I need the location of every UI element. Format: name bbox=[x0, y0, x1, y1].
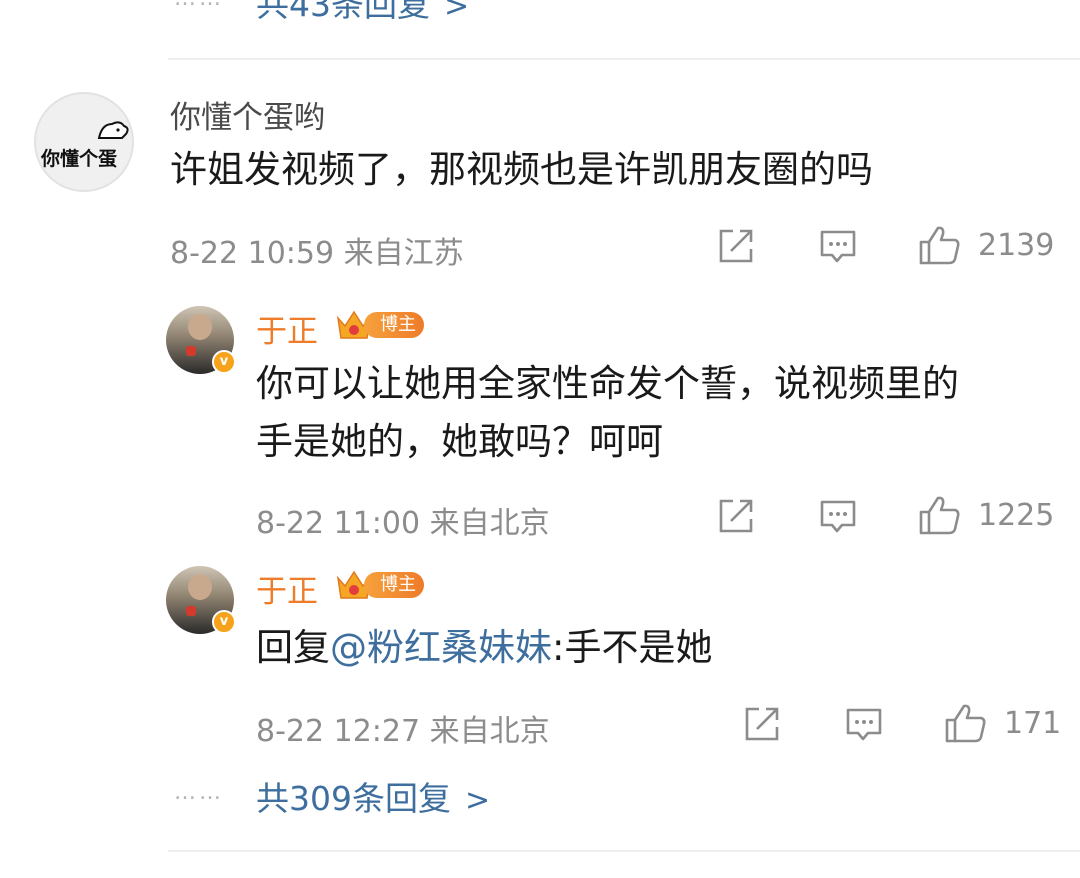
blogger-badge-label: 博主 bbox=[364, 572, 424, 598]
reply-username[interactable]: 于正 bbox=[256, 566, 318, 611]
reply-meta: 8-22 11:00 来自北京 bbox=[256, 506, 550, 541]
view-replies-label: 共43条回复 bbox=[256, 0, 430, 24]
like-icon[interactable] bbox=[944, 702, 988, 744]
divider bbox=[168, 58, 1080, 60]
chevron-right-icon: > bbox=[444, 0, 470, 24]
view-replies-label: 共309条回复 bbox=[256, 779, 451, 818]
blogger-badge-label: 博主 bbox=[364, 312, 424, 338]
avatar-detail bbox=[186, 346, 196, 356]
reply-text-line-2: 手是她的，她敢吗？呵呵 bbox=[256, 420, 663, 463]
reply-prefix: 回复 bbox=[256, 626, 330, 669]
comment-icon[interactable] bbox=[818, 228, 858, 266]
share-icon[interactable] bbox=[742, 704, 782, 744]
divider bbox=[168, 850, 1080, 852]
avatar-face bbox=[188, 574, 212, 600]
reply-text: 回复@粉红桑妹妹:手不是她 bbox=[256, 620, 712, 676]
reply-username[interactable]: 于正 bbox=[256, 306, 318, 351]
verified-badge: v bbox=[212, 610, 236, 634]
view-all-replies-link[interactable]: 共309条回复 > bbox=[256, 772, 490, 820]
comment-icon[interactable] bbox=[844, 706, 884, 744]
avatar-detail bbox=[186, 606, 196, 616]
reply-meta: 8-22 12:27 来自北京 bbox=[256, 714, 550, 749]
avatar[interactable]: 你懂个蛋 bbox=[34, 92, 134, 192]
like-icon[interactable] bbox=[918, 224, 962, 266]
comment-text: 许姐发视频了，那视频也是许凯朋友圈的吗 bbox=[170, 148, 873, 191]
comment-meta: 8-22 10:59 来自江苏 bbox=[170, 236, 464, 271]
comment-icon[interactable] bbox=[818, 498, 858, 536]
reply-suffix: :手不是她 bbox=[552, 626, 713, 669]
like-count: 1225 bbox=[978, 498, 1055, 533]
bear-icon bbox=[97, 121, 129, 139]
like-count: 171 bbox=[1004, 706, 1062, 741]
share-icon[interactable] bbox=[716, 226, 756, 266]
mention-link[interactable]: @粉红桑妹妹 bbox=[330, 626, 552, 669]
chevron-right-icon: > bbox=[465, 783, 491, 818]
avatar-text: 你懂个蛋 bbox=[41, 148, 118, 170]
share-icon[interactable] bbox=[716, 496, 756, 536]
like-icon[interactable] bbox=[918, 494, 962, 536]
view-replies-link-top[interactable]: 共43条回复 > bbox=[256, 0, 469, 26]
like-count: 2139 bbox=[978, 228, 1055, 263]
comment-username[interactable]: 你懂个蛋哟 bbox=[170, 92, 325, 137]
verified-badge: v bbox=[212, 350, 236, 374]
collapse-dots: …… bbox=[174, 0, 224, 11]
reply-text-line-1: 你可以让她用全家性命发个誓，说视频里的 bbox=[256, 362, 959, 405]
collapse-dots: …… bbox=[174, 780, 224, 805]
avatar-face bbox=[188, 314, 212, 340]
